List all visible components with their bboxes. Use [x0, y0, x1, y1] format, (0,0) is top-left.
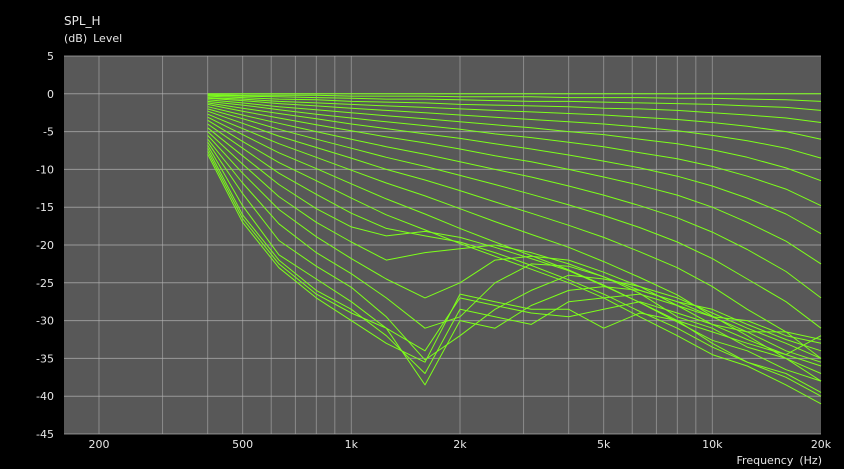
y-tick-label: -15	[36, 201, 54, 214]
y-tick-label: 0	[47, 88, 54, 101]
y-tick-label: -40	[36, 390, 54, 403]
x-axis-label: Frequency (Hz)	[731, 454, 822, 467]
x-tick-label: 20k	[811, 438, 832, 451]
x-axis-name: Frequency	[736, 454, 794, 467]
y-tick-label: -35	[36, 352, 54, 365]
x-tick-label: 10k	[702, 438, 723, 451]
x-tick-label: 1k	[345, 438, 359, 451]
y-axis-unit: (dB)	[64, 32, 88, 45]
y-tick-labels: 5 0 -5 -10 -15 -20 -25 -30 -35 -40 -45	[36, 50, 54, 441]
x-tick-labels: 200 500 1k 2k 5k 10k 20k	[88, 438, 831, 451]
x-axis-unit: (Hz)	[799, 454, 822, 467]
y-tick-label: -20	[36, 239, 54, 252]
y-axis-name: Level	[93, 32, 123, 45]
y-tick-label: -5	[43, 126, 54, 139]
spl-chart: 5 0 -5 -10 -15 -20 -25 -30 -35 -40 -45 200 500 1k 2k 5…	[36, 50, 832, 451]
x-tick-label: 500	[232, 438, 253, 451]
y-tick-label: 5	[47, 50, 54, 63]
x-tick-label: 200	[88, 438, 109, 451]
chart-title: SPL_H	[64, 14, 101, 28]
y-tick-label: -10	[36, 163, 54, 176]
y-tick-label: -25	[36, 277, 54, 290]
x-tick-label: 5k	[597, 438, 611, 451]
x-tick-label: 2k	[453, 438, 467, 451]
y-tick-label: -30	[36, 315, 54, 328]
y-axis-label: (dB) Level	[64, 32, 128, 45]
y-tick-label: -45	[36, 428, 54, 441]
